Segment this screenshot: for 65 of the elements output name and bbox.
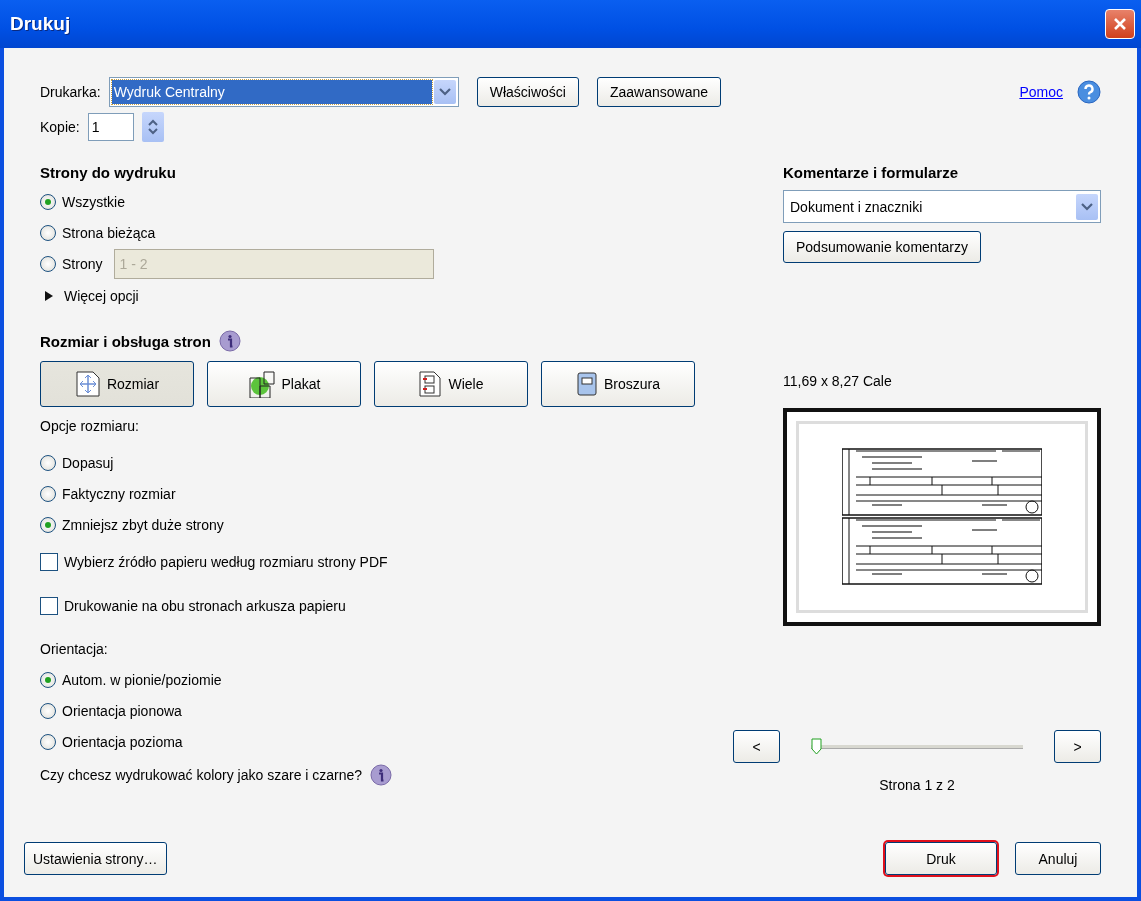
options-label: Opcje rozmiaru: <box>40 418 139 434</box>
page-mode-button[interactable]: Plakat <box>207 361 361 407</box>
radio-label: Wszystkie <box>62 193 125 210</box>
section-heading: Strony do wydruku <box>40 163 176 181</box>
radio-button[interactable] <box>40 193 56 210</box>
section-heading: Komentarze i formularze <box>783 163 959 181</box>
radio-button[interactable] <box>40 516 56 533</box>
copies-label: Kopie: <box>40 119 80 135</box>
copies-field[interactable]: 1 <box>87 113 134 141</box>
radio-button[interactable] <box>40 224 56 241</box>
radio-label: Strony <box>62 255 103 272</box>
page-mode-button[interactable]: Wiele <box>374 361 528 407</box>
radio-label: Strona bieżąca <box>62 224 156 241</box>
dialog-button[interactable]: Anuluj <box>1015 842 1101 875</box>
checkbox[interactable] <box>40 597 58 615</box>
radio-button[interactable] <box>40 255 56 272</box>
booklet-icon <box>576 371 598 397</box>
spin-arrows-icon <box>146 118 159 136</box>
printer-dropdown[interactable]: Wydruk Centralny <box>108 77 459 107</box>
resize-page-icon <box>74 370 101 398</box>
comments-dropdown[interactable]: Dokument i znaczniki <box>783 190 1101 223</box>
chevron-down-icon <box>1081 202 1093 211</box>
multiple-pages-icon <box>418 370 443 398</box>
dialog-button[interactable]: Druk <box>885 842 997 875</box>
page-counter: Strona 1 z 2 <box>879 777 955 793</box>
radio-label: Orientacja pozioma <box>62 733 183 750</box>
chevron-down-icon <box>438 88 451 96</box>
info-icon[interactable] <box>370 764 393 786</box>
poster-tiles-icon <box>247 370 276 398</box>
page-mode-button[interactable]: Broszura <box>541 361 695 407</box>
radio-label: Faktyczny rozmiar <box>62 485 176 502</box>
radio-button[interactable] <box>40 671 56 688</box>
section-heading: Rozmiar i obsługa stron <box>40 332 211 350</box>
spin-button[interactable] <box>141 112 164 142</box>
radio-label: Dopasuj <box>62 454 114 471</box>
radio-button[interactable] <box>40 454 56 471</box>
printer-button[interactable]: Właściwości <box>476 77 579 107</box>
orientation-label: Orientacja: <box>40 641 108 657</box>
printer-button[interactable]: Zaawansowane <box>596 77 721 107</box>
previous-page-button[interactable]: < <box>733 730 780 763</box>
radio-button[interactable] <box>40 733 56 750</box>
info-icon[interactable] <box>218 330 241 352</box>
close-icon <box>1112 16 1128 32</box>
radio-label: Autom. w pionie/poziomie <box>62 671 222 688</box>
close-button[interactable] <box>1105 9 1135 39</box>
help-link[interactable]: Pomoc <box>1019 84 1063 100</box>
paper-size-label: 11,69 x 8,27 Cale <box>783 373 892 389</box>
radio-button[interactable] <box>40 702 56 719</box>
page-mode-button[interactable]: Rozmiar <box>40 361 194 407</box>
expand-triangle-icon <box>44 290 54 302</box>
slider-thumb[interactable] <box>811 737 822 755</box>
more-options-toggle[interactable]: Więcej opcji <box>40 279 139 313</box>
summarize-comments-button[interactable]: Podsumowanie komentarzy <box>783 231 981 263</box>
radio-label: Zmniejsz zbyt duże strony <box>62 516 224 533</box>
printer-label: Drukarka: <box>40 84 101 100</box>
checkbox[interactable] <box>40 553 58 571</box>
grayscale-question: Czy chcesz wydrukować kolory jako szare i czarne? <box>40 767 363 783</box>
checkbox-label: Wybierz źródło papieru według rozmiaru strony PDF <box>64 554 388 570</box>
help-icon[interactable] <box>1077 80 1101 104</box>
checkbox-label: Drukowanie na obu stronach arkusza papieru <box>64 598 346 614</box>
radio-label: Orientacja pionowa <box>62 702 182 719</box>
radio-button[interactable] <box>40 485 56 502</box>
page-setup-button[interactable]: Ustawienia strony… <box>24 842 167 875</box>
window-title: Drukuj <box>10 13 71 35</box>
next-page-button[interactable]: > <box>1054 730 1101 763</box>
